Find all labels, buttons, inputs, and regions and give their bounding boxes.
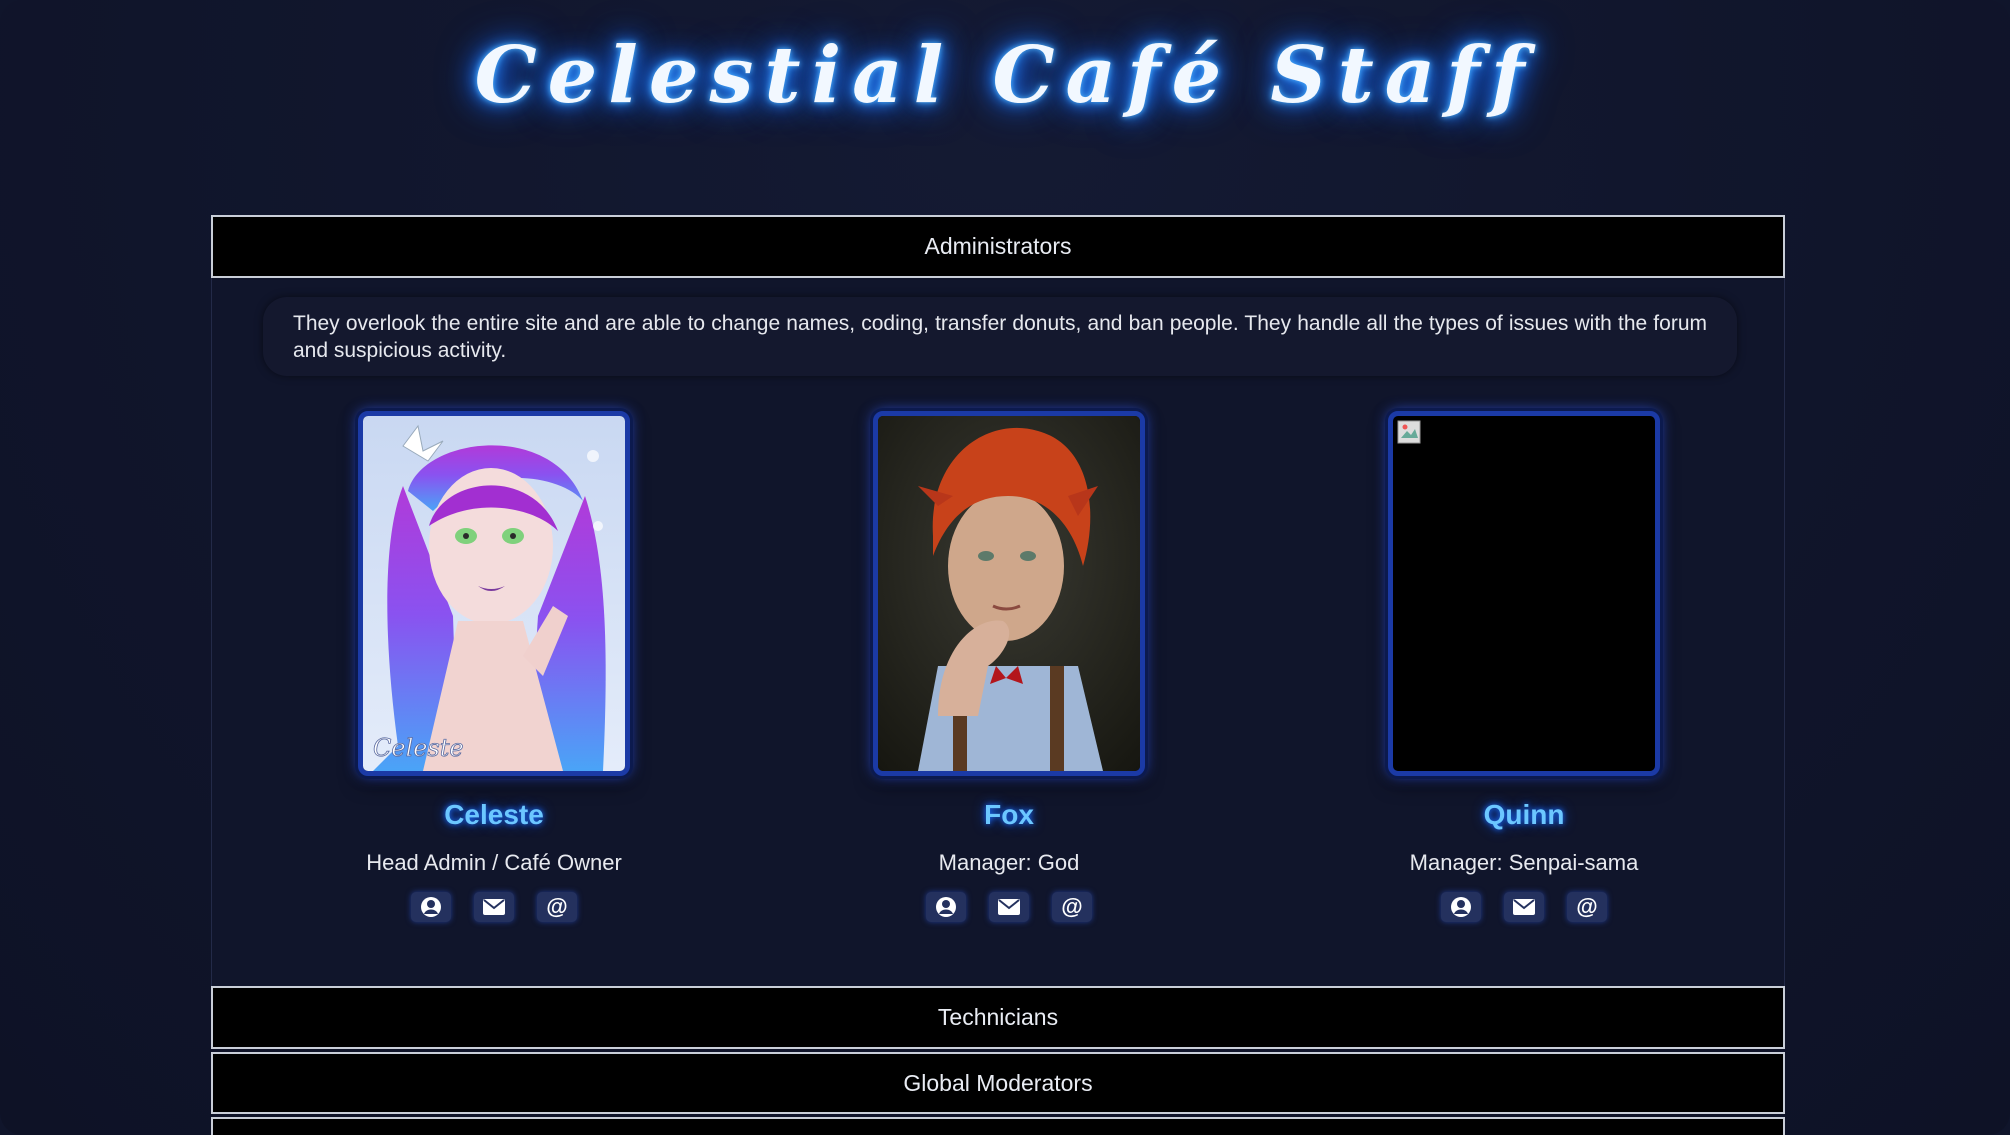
- staff-card-quinn: Quinn Manager: Senpai-sama @: [1334, 411, 1714, 922]
- staff-name[interactable]: Celeste: [304, 798, 684, 832]
- staff-name[interactable]: Fox: [819, 798, 1199, 832]
- avatar-quinn: [1388, 411, 1660, 776]
- section-description: They overlook the entire site and are ab…: [263, 297, 1737, 376]
- contact-icons: @: [1334, 892, 1714, 922]
- avatar-fox: [873, 411, 1145, 776]
- celeste-portrait: Celeste: [363, 416, 625, 771]
- profile-icon[interactable]: [926, 892, 966, 922]
- section-header-global-moderators[interactable]: Global Moderators: [211, 1052, 1785, 1114]
- contact-icons: @: [304, 892, 684, 922]
- administrators-panel: They overlook the entire site and are ab…: [211, 278, 1785, 986]
- section-header-next[interactable]: [211, 1117, 1785, 1135]
- contact-icons: @: [819, 892, 1199, 922]
- mail-icon[interactable]: [989, 892, 1029, 922]
- section-header-technicians[interactable]: Technicians: [211, 986, 1785, 1049]
- page-title: Celestial Café Staff: [474, 30, 1536, 121]
- staff-list: Administrators They overlook the entire …: [211, 215, 1785, 1135]
- staff-card-celeste: Celeste Celeste Head Admin / Café Owner …: [304, 411, 684, 922]
- staff-role: Manager: God: [938, 850, 1080, 875]
- page-frame: Celestial Café Staff Administrators They…: [0, 0, 2010, 1135]
- profile-icon[interactable]: [1441, 892, 1481, 922]
- broken-image-icon: [1397, 420, 1421, 444]
- mail-icon[interactable]: [1504, 892, 1544, 922]
- artist-signature: Celeste: [373, 734, 464, 762]
- staff-role: Head Admin / Café Owner: [366, 850, 622, 875]
- at-icon[interactable]: @: [537, 892, 577, 922]
- mail-icon[interactable]: [474, 892, 514, 922]
- profile-icon[interactable]: [411, 892, 451, 922]
- staff-role: Manager: Senpai-sama: [1409, 850, 1639, 875]
- staff-card-fox: Fox Manager: God @: [819, 411, 1199, 922]
- avatar-celeste: Celeste: [358, 411, 630, 776]
- section-header-administrators[interactable]: Administrators: [211, 215, 1785, 278]
- at-icon[interactable]: @: [1567, 892, 1607, 922]
- at-icon[interactable]: @: [1052, 892, 1092, 922]
- staff-name[interactable]: Quinn: [1334, 798, 1714, 832]
- fox-portrait: [878, 416, 1140, 771]
